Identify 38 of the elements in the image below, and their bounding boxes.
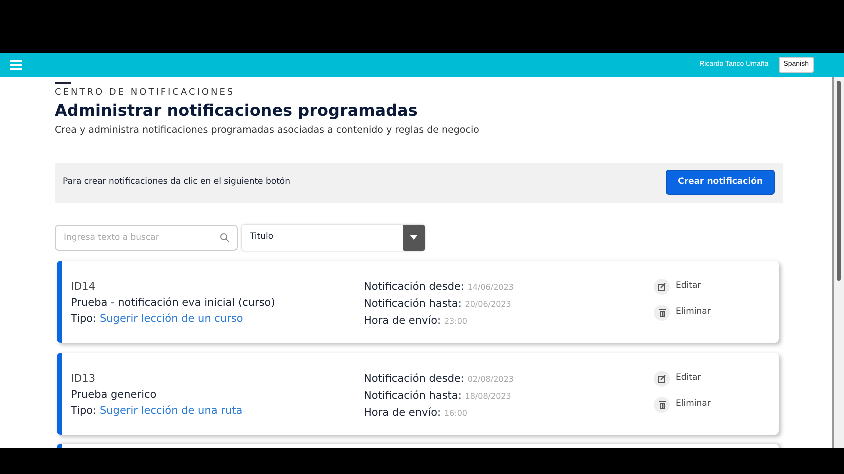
caret-icon	[410, 235, 418, 240]
delete-button[interactable]: Eliminar	[654, 304, 711, 321]
time-value: 23:00	[444, 316, 468, 326]
delete-button[interactable]: Eliminar	[654, 396, 711, 413]
trash-icon	[658, 308, 666, 317]
date-value: 14/06/2023	[468, 282, 514, 292]
menu-icon[interactable]	[10, 60, 22, 70]
notification-id: ID14	[71, 280, 97, 295]
edit-icon	[658, 374, 666, 383]
notification-title: Prueba generico	[71, 388, 158, 403]
field-select[interactable]: Titulo	[242, 224, 425, 251]
field-label: Tipo:	[71, 404, 97, 417]
field-label: Notificación desde:	[364, 372, 464, 385]
edit-button[interactable]: Editar	[654, 278, 711, 295]
notification-id: ID13	[71, 372, 97, 387]
edit-icon	[658, 282, 666, 291]
trash-icon	[658, 400, 666, 409]
field-label: Notificación hasta:	[364, 298, 462, 310]
date-value: 20/06/2023	[465, 300, 512, 309]
page-title: Administrar notificaciones programadas	[55, 100, 419, 122]
type-value: Sugerir lección de un curso	[100, 312, 244, 325]
time-value: 16:00	[444, 408, 468, 418]
edit-button[interactable]: Editar	[654, 370, 711, 387]
date-value: 02/08/2023	[468, 374, 514, 384]
field-label: Tipo:	[71, 312, 97, 325]
banner-text: Para crear notificaciones da clic en el siguiente botón	[63, 176, 290, 189]
field-label: Notificación hasta:	[364, 390, 462, 402]
create-notification-button[interactable]: Crear notificación	[666, 170, 775, 195]
section-label: CENTRO DE NOTIFICACIONES	[55, 87, 236, 100]
field-label: Notificación desde:	[364, 280, 464, 293]
notification-title: Prueba - notificación eva inicial (curso)	[71, 296, 276, 311]
field-label: Hora de envío:	[364, 314, 442, 327]
type-value: Sugerir lección de una ruta	[100, 404, 243, 417]
search-icon	[220, 232, 230, 243]
date-value: 18/08/2023	[465, 392, 512, 401]
field-label: Hora de envío:	[364, 406, 442, 419]
search-field[interactable]: Ingresa texto a buscar	[55, 224, 238, 251]
page-subtitle: Crea y administra notificaciones programadas asociadas a contenido y reglas de negocio	[55, 124, 480, 138]
